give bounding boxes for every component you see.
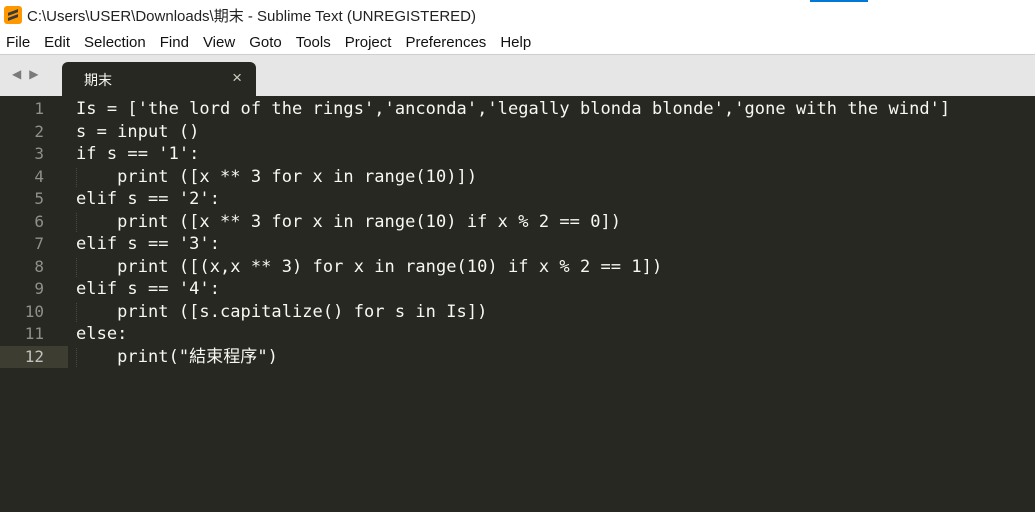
caret-left-icon[interactable]: ◀ <box>12 67 21 81</box>
menu-tools[interactable]: Tools <box>289 34 338 51</box>
line-number: 3 <box>34 144 44 163</box>
line-number: 11 <box>24 324 44 343</box>
line-number: 5 <box>34 189 44 208</box>
titlebar-accent-line <box>810 0 868 2</box>
close-icon[interactable]: × <box>232 68 242 88</box>
menu-help[interactable]: Help <box>493 34 538 51</box>
code-line[interactable]: 2 s = input () <box>0 121 1035 144</box>
code-text: print ([(x,x ** 3) for x in range(10) if… <box>76 256 663 277</box>
line-number: 12 <box>24 346 44 366</box>
tab-bar: ◀ ▶ 期末 × <box>0 54 1035 97</box>
code-text: elif s == '3': <box>76 234 220 254</box>
window-titlebar: C:\Users\USER\Downloads\期末 - Sublime Tex… <box>0 0 1035 30</box>
code-text: print ([x ** 3 for x in range(10)]) <box>76 166 478 187</box>
line-number: 4 <box>34 166 44 186</box>
tab-nav-arrows: ◀ ▶ <box>12 67 38 81</box>
menu-project[interactable]: Project <box>338 34 399 51</box>
line-number: 10 <box>24 301 44 321</box>
code-text: print ([x ** 3 for x in range(10) if x %… <box>76 211 622 232</box>
line-number: 8 <box>34 256 44 276</box>
code-line[interactable]: 10 print ([s.capitalize() for s in Is]) <box>0 301 1035 324</box>
code-editor[interactable]: 1 Is = ['the lord of the rings','anconda'… <box>0 96 1035 512</box>
code-text: if s == '1': <box>76 144 200 164</box>
line-number: 2 <box>34 121 44 141</box>
code-line[interactable]: 12 print("結束程序") <box>0 345 1035 368</box>
code-text: s = input () <box>76 121 200 142</box>
menu-file[interactable]: File <box>0 34 37 51</box>
code-line[interactable]: 7 elif s == '3': <box>0 233 1035 256</box>
code-line[interactable]: 3 if s == '1': <box>0 143 1035 166</box>
line-number: 9 <box>34 279 44 298</box>
line-number: 1 <box>34 99 44 118</box>
code-line[interactable]: 5 elif s == '2': <box>0 188 1035 211</box>
menu-selection[interactable]: Selection <box>77 34 153 51</box>
code-text: print("結束程序") <box>76 346 278 367</box>
caret-right-icon[interactable]: ▶ <box>29 67 38 81</box>
code-text: elif s == '4': <box>76 279 220 299</box>
sublime-text-logo-icon <box>4 6 22 24</box>
code-text: else: <box>76 324 128 344</box>
code-line[interactable]: 8 print ([(x,x ** 3) for x in range(10) … <box>0 256 1035 279</box>
code-line[interactable]: 1 Is = ['the lord of the rings','anconda'… <box>0 98 1035 121</box>
menu-find[interactable]: Find <box>153 34 196 51</box>
code-text: Is = ['the lord of the rings','anconda',… <box>76 99 951 119</box>
code-line[interactable]: 11 else: <box>0 323 1035 346</box>
menu-preferences[interactable]: Preferences <box>398 34 493 51</box>
line-number: 7 <box>34 234 44 253</box>
file-tab-label: 期末 <box>84 73 112 89</box>
window-title: C:\Users\USER\Downloads\期末 - Sublime Tex… <box>27 7 476 25</box>
menu-goto[interactable]: Goto <box>242 34 289 51</box>
code-line[interactable]: 4 print ([x ** 3 for x in range(10)]) <box>0 166 1035 189</box>
code-line[interactable]: 9 elif s == '4': <box>0 278 1035 301</box>
code-line[interactable]: 6 print ([x ** 3 for x in range(10) if x… <box>0 211 1035 234</box>
menu-edit[interactable]: Edit <box>37 34 77 51</box>
file-tab[interactable]: 期末 × <box>62 62 256 97</box>
menu-view[interactable]: View <box>196 34 242 51</box>
line-number: 6 <box>34 211 44 231</box>
menu-bar: File Edit Selection Find View Goto Tools… <box>0 30 1035 54</box>
code-text: elif s == '2': <box>76 189 220 209</box>
code-text: print ([s.capitalize() for s in Is]) <box>76 301 488 322</box>
